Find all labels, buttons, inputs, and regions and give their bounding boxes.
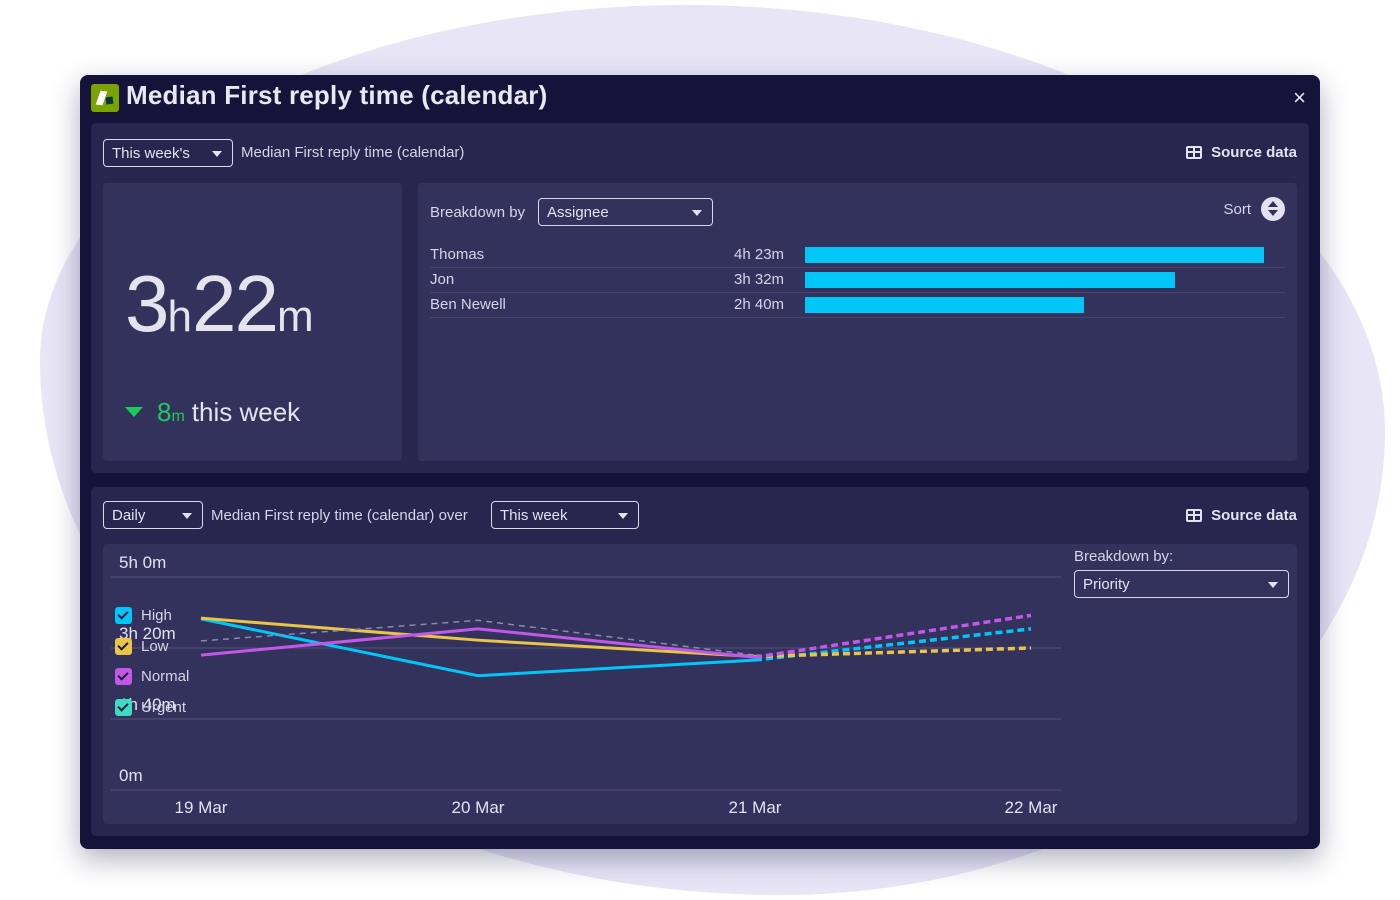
legend-item-low[interactable]: Low	[115, 637, 169, 655]
chevron-down-icon	[212, 151, 222, 157]
breakdown-row: Thomas 4h 23m	[430, 243, 1285, 268]
sort-label: Sort	[1223, 200, 1251, 218]
hours-value: 3	[125, 259, 169, 348]
chevron-down-icon	[1268, 582, 1278, 588]
breakdown-label: Breakdown by	[430, 204, 526, 221]
assignee-name: Jon	[430, 271, 455, 288]
source-data-label: Source data	[1211, 144, 1297, 161]
assignee-name: Thomas	[430, 246, 485, 263]
chevron-down-icon	[182, 513, 192, 519]
metric-dialog: Median First reply time (calendar) × Thi…	[80, 75, 1320, 849]
trend-metric-label: Median First reply time (calendar) over	[211, 507, 468, 524]
legend-label: Low	[141, 637, 169, 655]
series-projection-high	[754, 627, 1032, 662]
assignee-bar	[805, 297, 1085, 313]
triangle-down-icon	[125, 407, 143, 417]
checkbox-icon[interactable]	[115, 668, 132, 685]
checkbox-icon[interactable]	[115, 637, 132, 655]
checkbox-icon[interactable]	[115, 607, 132, 624]
assignee-value: 3h 32m	[734, 271, 785, 288]
priority-select-value: Priority	[1083, 576, 1130, 593]
x-tick-label: 20 Mar	[452, 798, 505, 817]
interval-select[interactable]: Daily	[103, 501, 203, 529]
chevron-down-icon	[692, 210, 702, 216]
assignee-bar	[805, 272, 1176, 288]
minutes-value: 22	[191, 259, 279, 348]
sort-icon	[1261, 197, 1285, 221]
legend-item-urgent[interactable]: Urgent	[115, 698, 187, 716]
interval-select-value: Daily	[112, 507, 146, 524]
legend-item-high[interactable]: High	[115, 607, 172, 624]
chart-breakdown-label: Breakdown by:	[1074, 548, 1174, 565]
breakdown-row: Ben Newell 2h 40m	[430, 293, 1285, 318]
breakdown-card: Breakdown by Assignee Sort Thomas 4h 23m J…	[418, 183, 1297, 461]
line-chart: 0m1h 40m3h 20m5h 0m19 Mar 20 Mar 21 Mar 22 …	[111, 553, 1061, 817]
checkbox-icon[interactable]	[115, 698, 132, 716]
close-icon[interactable]: ×	[1293, 85, 1306, 111]
series-projection-low	[754, 646, 1032, 659]
chart-card: 0m 1h 40m 3h 20m 5h 0m 19 Mar 20 Mar 21 Mar 22 …	[103, 544, 1297, 824]
range-select-value: This week	[500, 507, 568, 524]
legend-label: High	[141, 607, 172, 624]
legend-item-normal[interactable]: Normal	[115, 668, 189, 685]
summary-panel: This week's Median First reply time (cal…	[91, 123, 1309, 473]
title-bar: Median First reply time (calendar) ×	[80, 75, 1320, 121]
period-select-value: This week's	[112, 145, 190, 162]
breakdown-select-value: Assignee	[547, 204, 609, 221]
priority-select[interactable]: Priority	[1074, 570, 1289, 598]
delta-value: 8m	[157, 397, 185, 427]
metric-label: Median First reply time (calendar)	[241, 144, 465, 161]
sort-button[interactable]: Sort	[1223, 197, 1285, 221]
source-data-label: Source data	[1211, 507, 1297, 524]
y-tick-label: 5h 0m	[119, 553, 166, 572]
table-icon	[1186, 146, 1203, 159]
dialog-title: Median First reply time (calendar)	[126, 80, 548, 110]
breakdown-row: Jon 3h 32m	[430, 268, 1285, 293]
x-tick-label: 19 Mar	[175, 798, 228, 817]
y-tick-label: 0m	[119, 766, 143, 785]
trend-panel: Daily Median First reply time (calendar)…	[91, 487, 1309, 836]
legend-label: Normal	[141, 668, 190, 685]
assignee-bar	[805, 247, 1265, 263]
delta-label: this week	[191, 397, 301, 427]
hours-unit: h	[167, 292, 192, 341]
source-data-button[interactable]: Source data	[1186, 507, 1297, 524]
x-tick-label: 21 Mar	[729, 798, 782, 817]
delta-indicator: 8m this week	[125, 397, 300, 428]
median-value: 3h22m	[125, 258, 314, 350]
breakdown-select[interactable]: Assignee	[538, 198, 713, 226]
table-icon	[1186, 509, 1203, 522]
minutes-unit: m	[276, 292, 314, 341]
x-tick-label: 22 Mar	[1005, 798, 1058, 817]
legend-label: Urgent	[141, 698, 187, 716]
app-logo-icon	[91, 84, 119, 112]
period-select[interactable]: This week's	[103, 139, 233, 167]
assignee-value: 4h 23m	[734, 246, 785, 263]
summary-card: 3h22m 8m this week	[103, 183, 402, 461]
range-select[interactable]: This week	[491, 501, 639, 529]
assignee-value: 2h 40m	[734, 296, 785, 313]
assignee-name: Ben Newell	[430, 296, 506, 313]
chevron-down-icon	[618, 513, 628, 519]
source-data-button[interactable]: Source data	[1186, 144, 1297, 161]
